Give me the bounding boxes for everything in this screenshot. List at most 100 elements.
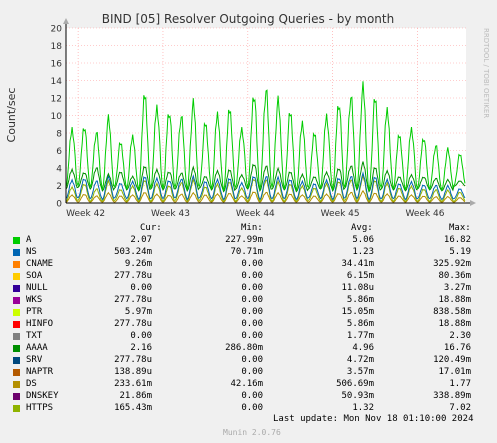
y-axis-arrow-icon <box>63 18 69 24</box>
legend-cur-value: 5.97m <box>124 307 152 317</box>
legend-cur-value: 9.26m <box>124 259 152 269</box>
legend-series-name: DS <box>26 379 37 389</box>
y-tick-label: 14 <box>51 77 63 87</box>
legend-cur-value: 277.78u <box>114 295 152 305</box>
legend-swatch <box>13 237 20 244</box>
legend-cur-value: 503.24m <box>114 247 152 257</box>
legend-cur-value: 277.78u <box>114 355 152 365</box>
legend-avg-value: 3.57m <box>346 367 374 377</box>
y-tick-label: 6 <box>56 147 62 157</box>
legend-avg-value: 50.93m <box>341 391 374 401</box>
legend-max-value: 80.36m <box>438 271 471 281</box>
legend-avg-value: 34.41m <box>341 259 374 269</box>
y-tick-label: 18 <box>51 42 63 52</box>
legend-min-value: 0.00 <box>241 331 263 341</box>
legend-max-value: 838.58m <box>433 307 471 317</box>
legend-swatch <box>13 309 20 316</box>
legend-swatch <box>13 357 20 364</box>
legend-row: AAAA 2.16 286.80m 4.96 16.76 <box>13 342 483 354</box>
legend-min-value: 0.00 <box>241 367 263 377</box>
legend-min-value: 42.16m <box>230 379 263 389</box>
last-update: Last update: Mon Nov 18 01:10:00 2024 <box>273 414 474 424</box>
legend-series-name: A <box>26 235 32 245</box>
legend-min-value: 0.00 <box>241 319 263 329</box>
y-axis-label: Count/sec <box>5 88 18 143</box>
x-tick-label: Week 42 <box>66 209 105 219</box>
y-tick-label: 16 <box>51 60 63 70</box>
x-axis-arrow-icon <box>470 200 476 206</box>
legend-avg-value: 5.86m <box>346 295 374 305</box>
legend-avg-value: 1.23 <box>352 247 374 257</box>
legend-max-value: 1.77 <box>449 379 471 389</box>
legend-max-value: 120.49m <box>433 355 471 365</box>
legend-min-value: 0.00 <box>241 307 263 317</box>
y-tick-label: 8 <box>56 130 62 140</box>
legend-swatch <box>13 333 20 340</box>
legend-avg-value: 5.06 <box>352 235 374 245</box>
legend-series-name: PTR <box>26 307 43 317</box>
legend-series-name: WKS <box>26 295 43 305</box>
y-tick-label: 20 <box>51 25 63 35</box>
legend-avg-value: 11.08u <box>341 283 374 293</box>
legend-min-value: 0.00 <box>241 295 263 305</box>
legend-header-cur: Cur: <box>140 223 162 233</box>
legend-series-name: NAPTR <box>26 367 54 377</box>
legend-row: PTR 5.97m 0.00 15.05m 838.58m <box>13 306 483 318</box>
legend-cur-value: 21.86m <box>119 391 152 401</box>
legend-cur-value: 2.07 <box>130 235 152 245</box>
x-tick-label: Week 46 <box>406 209 445 219</box>
legend-row: HINFO 277.78u 0.00 5.86m 18.88m <box>13 318 483 330</box>
legend-avg-value: 1.32 <box>352 403 374 413</box>
legend-row: CNAME 9.26m 0.00 34.41m 325.92m <box>13 258 483 270</box>
legend-series-name: NULL <box>26 283 48 293</box>
legend-cur-value: 138.89u <box>114 367 152 377</box>
y-tick-label: 12 <box>51 95 62 105</box>
legend-row: NAPTR 138.89u 0.00 3.57m 17.01m <box>13 366 483 378</box>
y-tick-label: 4 <box>56 165 62 175</box>
legend-max-value: 16.82 <box>443 235 471 245</box>
munin-graph: 0 2 4 6 8 10 12 14 16 18 20 Week 42 Week 43 Week 44 We… <box>0 0 497 443</box>
legend-min-value: 286.80m <box>225 343 263 353</box>
x-tick-label: Week 43 <box>151 209 190 219</box>
legend-avg-value: 15.05m <box>341 307 374 317</box>
legend-row: A 2.07 227.99m 5.06 16.82 <box>13 234 483 246</box>
legend-row: WKS 277.78u 0.00 5.86m 18.88m <box>13 294 483 306</box>
x-tick-label: Week 44 <box>236 209 275 219</box>
legend-swatch <box>13 405 20 412</box>
legend-min-value: 70.71m <box>230 247 263 257</box>
legend-min-value: 0.00 <box>241 259 263 269</box>
legend-cur-value: 0.00 <box>130 283 152 293</box>
legend-swatch <box>13 285 20 292</box>
legend-cur-value: 277.78u <box>114 319 152 329</box>
legend-header-min: Min: <box>241 223 263 233</box>
legend-swatch <box>13 321 20 328</box>
legend-max-value: 18.88m <box>438 295 471 305</box>
legend-series-name: DNSKEY <box>26 391 59 401</box>
legend-row: NULL 0.00 0.00 11.08u 3.27m <box>13 282 483 294</box>
legend-row: TXT 0.00 0.00 1.77m 2.30 <box>13 330 483 342</box>
legend-max-value: 5.19 <box>449 247 471 257</box>
legend-swatch <box>13 345 20 352</box>
legend-cur-value: 277.78u <box>114 271 152 281</box>
legend-min-value: 0.00 <box>241 271 263 281</box>
legend-cur-value: 165.43m <box>114 403 152 413</box>
legend-avg-value: 6.15m <box>346 271 374 281</box>
legend-avg-value: 4.96 <box>352 343 374 353</box>
y-tick-label: 2 <box>56 182 62 192</box>
legend-row: HTTPS 165.43m 0.00 1.32 7.02 <box>13 402 483 414</box>
legend-max-value: 7.02 <box>449 403 471 413</box>
legend-min-value: 227.99m <box>225 235 263 245</box>
chart-title: BIND [05] Resolver Outgoing Queries - by… <box>102 12 394 26</box>
legend-max-value: 325.92m <box>433 259 471 269</box>
legend-swatch <box>13 297 20 304</box>
legend-row: DS 233.61m 42.16m 506.69m 1.77 <box>13 378 483 390</box>
legend-swatch <box>13 249 20 256</box>
legend-cur-value: 0.00 <box>130 331 152 341</box>
rrdtool-watermark: RRDTOOL / TOBI OETIKER <box>482 28 490 118</box>
legend-cur-value: 2.16 <box>130 343 152 353</box>
legend-cur-value: 233.61m <box>114 379 152 389</box>
legend-avg-value: 5.86m <box>346 319 374 329</box>
legend-swatch <box>13 369 20 376</box>
legend-series-name: SOA <box>26 271 43 281</box>
legend-series-name: NS <box>26 247 37 257</box>
